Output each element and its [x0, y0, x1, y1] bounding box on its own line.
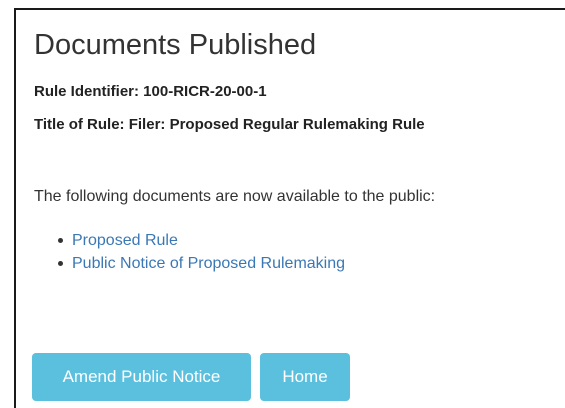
documents-published-panel: Documents Published Rule Identifier: 100… — [14, 8, 565, 408]
rule-title: Title of Rule: Filer: Proposed Regular R… — [34, 116, 425, 133]
documents-list: Proposed Rule Public Notice of Proposed … — [34, 229, 345, 275]
home-button[interactable]: Home — [260, 353, 350, 401]
rule-identifier: Rule Identifier: 100-RICR-20-00-1 — [34, 83, 267, 100]
proposed-rule-link[interactable]: Proposed Rule — [72, 232, 178, 249]
intro-text: The following documents are now availabl… — [34, 188, 436, 205]
bullet-icon — [58, 238, 63, 243]
bullet-icon — [58, 261, 63, 266]
public-notice-link[interactable]: Public Notice of Proposed Rulemaking — [72, 255, 345, 272]
amend-public-notice-button[interactable]: Amend Public Notice — [32, 353, 251, 401]
list-item: Public Notice of Proposed Rulemaking — [34, 252, 345, 275]
page-title: Documents Published — [34, 29, 317, 61]
list-item: Proposed Rule — [34, 229, 345, 252]
